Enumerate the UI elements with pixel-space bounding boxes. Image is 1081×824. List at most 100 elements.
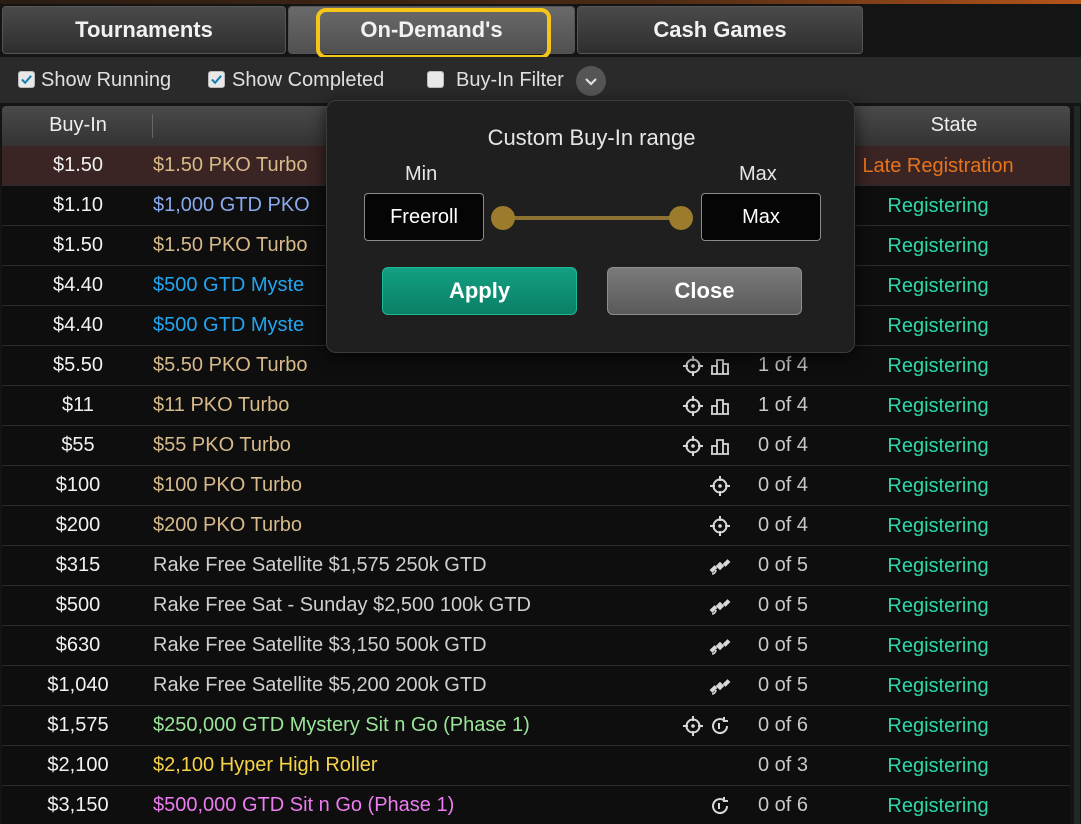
column-header-state[interactable]: State [854, 114, 1054, 137]
row-buyin: $630 [55, 634, 101, 656]
row-players: 0 of 5 [757, 594, 809, 616]
close-button[interactable]: Close [607, 267, 802, 315]
scrollbar[interactable] [1074, 106, 1080, 824]
row-buyin: $1,040 [47, 674, 109, 696]
row-tournament-name[interactable]: Rake Free Satellite $5,200 200k GTD [153, 674, 487, 697]
table-row[interactable]: $200 $200 PKO Turbo 0 of 4 Registering [2, 506, 1070, 546]
row-tournament-name[interactable]: Rake Free Sat - Sunday $2,500 100k GTD [153, 594, 531, 617]
table-row[interactable]: $2,100 $2,100 Hyper High Roller 0 of 3 Regi… [2, 746, 1070, 786]
top-accent-strip [0, 0, 1081, 4]
table-row[interactable]: $55 $55 PKO Turbo 0 of 4 Registering [2, 426, 1070, 466]
table-row[interactable]: $3,150 $500,000 GTD Sit n Go (Phase 1) 0 o… [2, 786, 1070, 824]
row-buyin: $4.40 [52, 314, 104, 336]
row-buyin: $200 [55, 514, 101, 536]
row-state: Registering [887, 235, 989, 257]
buyin-filter-dropdown-button[interactable] [576, 66, 606, 96]
bounty-target-icon [683, 436, 703, 456]
max-slider-handle[interactable] [669, 206, 693, 230]
podium-icon [711, 359, 729, 375]
checkmark-icon [211, 75, 222, 85]
row-feature-icons [672, 474, 732, 498]
tab-cash-games[interactable]: Cash Games [577, 6, 863, 54]
row-buyin: $1,575 [47, 714, 109, 736]
row-buyin: $5.50 [52, 354, 104, 376]
row-state: Registering [887, 395, 989, 417]
row-feature-icons [672, 754, 732, 778]
row-buyin: $100 [55, 474, 101, 496]
custom-buyin-popup: Custom Buy-In range Min Max Freeroll Max… [326, 100, 855, 353]
satellite-icon [709, 679, 731, 695]
row-state: Registering [887, 355, 989, 377]
satellite-icon [709, 639, 731, 655]
row-tournament-name[interactable]: Rake Free Satellite $3,150 500k GTD [153, 634, 487, 657]
row-tournament-name[interactable]: $1.50 PKO Turbo [153, 154, 308, 177]
buyin-filter-label[interactable]: Buy-In Filter [456, 69, 564, 92]
row-buyin: $55 [61, 434, 95, 456]
row-state: Registering [887, 675, 989, 697]
row-buyin: $1.10 [52, 194, 104, 216]
row-buyin: $3,150 [47, 794, 109, 816]
row-tournament-name[interactable]: $1,000 GTD PKO [153, 194, 310, 217]
max-buyin-field[interactable]: Max [701, 193, 821, 241]
bounty-target-icon [710, 516, 730, 536]
show-running-label[interactable]: Show Running [41, 69, 171, 92]
satellite-icon [709, 599, 731, 615]
row-state: Registering [887, 475, 989, 497]
row-tournament-name[interactable]: $55 PKO Turbo [153, 434, 291, 457]
row-state: Registering [887, 755, 989, 777]
row-tournament-name[interactable]: $500 GTD Myste [153, 314, 304, 337]
row-state: Registering [887, 435, 989, 457]
row-state: Registering [887, 515, 989, 537]
row-tournament-name[interactable]: $500 GTD Myste [153, 274, 304, 297]
row-feature-icons [672, 714, 732, 738]
tab-tournaments[interactable]: Tournaments [2, 6, 286, 54]
min-slider-handle[interactable] [491, 206, 515, 230]
table-row[interactable]: $100 $100 PKO Turbo 0 of 4 Registering [2, 466, 1070, 506]
table-row[interactable]: $1,575 $250,000 GTD Mystery Sit n Go (Pha… [2, 706, 1070, 746]
row-buyin: $315 [55, 554, 101, 576]
filter-bar: Show Running Show Completed Buy-In Filte… [0, 57, 1081, 103]
show-running-checkbox[interactable] [18, 71, 35, 88]
bounty-target-icon [683, 396, 703, 416]
row-tournament-name[interactable]: $250,000 GTD Mystery Sit n Go (Phase 1) [153, 714, 530, 737]
row-tournament-name[interactable]: $100 PKO Turbo [153, 474, 302, 497]
min-buyin-field[interactable]: Freeroll [364, 193, 484, 241]
table-row[interactable]: $11 $11 PKO Turbo 1 of 4 Registering [2, 386, 1070, 426]
bounty-target-icon [683, 716, 703, 736]
row-tournament-name[interactable]: $1.50 PKO Turbo [153, 234, 308, 257]
buyin-filter-checkbox[interactable] [427, 71, 444, 88]
table-row[interactable]: $630 Rake Free Satellite $3,150 500k GTD 0… [2, 626, 1070, 666]
table-row[interactable]: $315 Rake Free Satellite $1,575 250k GTD 0… [2, 546, 1070, 586]
table-row[interactable]: $500 Rake Free Sat - Sunday $2,500 100k G… [2, 586, 1070, 626]
row-tournament-name[interactable]: Rake Free Satellite $1,575 250k GTD [153, 554, 487, 577]
row-tournament-name[interactable]: $11 PKO Turbo [153, 394, 289, 417]
podium-icon [711, 399, 729, 415]
re-entry-icon [712, 797, 729, 815]
row-tournament-name[interactable]: $5.50 PKO Turbo [153, 354, 308, 377]
row-buyin: $1.50 [52, 234, 104, 256]
show-completed-label[interactable]: Show Completed [232, 69, 384, 92]
row-state: Registering [887, 795, 989, 817]
bounty-target-icon [710, 476, 730, 496]
checkmark-icon [21, 75, 32, 85]
row-tournament-name[interactable]: $2,100 Hyper High Roller [153, 754, 378, 777]
row-tournament-name[interactable]: $500,000 GTD Sit n Go (Phase 1) [153, 794, 454, 817]
column-header-buyin[interactable]: Buy-In [2, 114, 154, 137]
row-state: Registering [887, 315, 989, 337]
apply-button[interactable]: Apply [382, 267, 577, 315]
show-completed-checkbox[interactable] [208, 71, 225, 88]
row-state: Registering [887, 595, 989, 617]
row-players: 0 of 5 [757, 554, 809, 576]
tab-on-demands[interactable]: On-Demand's [288, 6, 575, 54]
row-players: 0 of 3 [757, 754, 809, 776]
table-row[interactable]: $1,040 Rake Free Satellite $5,200 200k GT… [2, 666, 1070, 706]
bounty-target-icon [683, 356, 703, 376]
row-buyin: $500 [55, 594, 101, 616]
row-feature-icons [672, 394, 732, 418]
row-feature-icons [672, 594, 732, 618]
row-feature-icons [672, 554, 732, 578]
row-tournament-name[interactable]: $200 PKO Turbo [153, 514, 302, 537]
row-feature-icons [672, 794, 732, 818]
row-buyin: $1.50 [52, 154, 104, 176]
buyin-range-slider-track[interactable] [503, 216, 681, 220]
